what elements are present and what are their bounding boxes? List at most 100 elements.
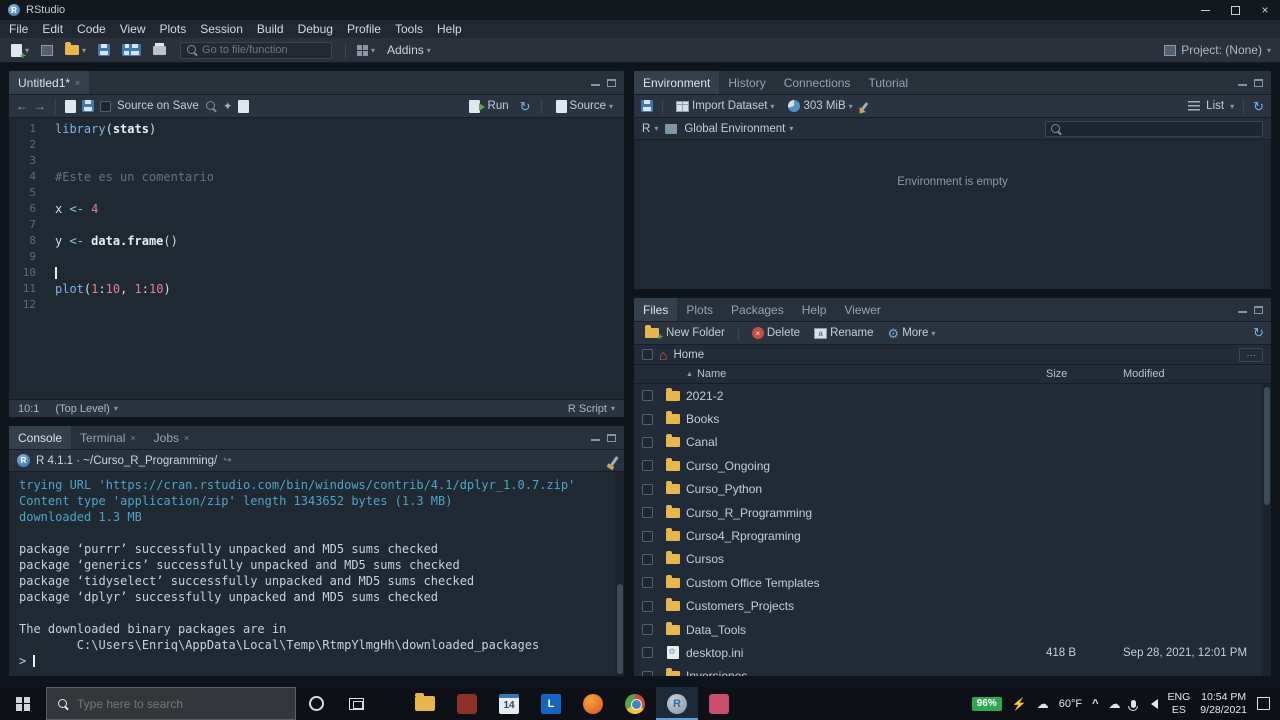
addins-button[interactable]: Addins ▾: [383, 40, 435, 61]
refresh-environment-icon[interactable]: ↻: [1253, 100, 1264, 113]
row-checkbox[interactable]: [642, 483, 653, 495]
file-name[interactable]: Curso_Ongoing: [686, 459, 1046, 473]
file-name[interactable]: Inversiones: [686, 669, 1046, 676]
task-view-button[interactable]: [336, 687, 376, 720]
menu-item-profile[interactable]: Profile: [340, 21, 388, 37]
filetype-selector[interactable]: R Script ▾: [568, 403, 615, 415]
console-scroll-thumb[interactable]: [616, 584, 623, 674]
import-dataset-button[interactable]: Import Dataset ▾: [672, 96, 778, 117]
file-name[interactable]: Curso_R_Programming: [686, 506, 1046, 520]
column-size[interactable]: Size: [1046, 368, 1123, 380]
cortana-button[interactable]: [296, 687, 336, 720]
menu-item-debug[interactable]: Debug: [291, 21, 340, 37]
file-name[interactable]: Customers_Projects: [686, 599, 1046, 613]
tab-plots[interactable]: Plots: [677, 298, 722, 321]
taskbar-app-rstudio[interactable]: R: [656, 687, 698, 720]
refresh-files-icon[interactable]: ↻: [1253, 325, 1264, 340]
pane-maximize-icon[interactable]: [607, 433, 616, 442]
menu-item-edit[interactable]: Edit: [35, 21, 70, 37]
file-name[interactable]: Curso_Python: [686, 482, 1046, 496]
save-workspace-icon[interactable]: [641, 100, 653, 112]
code-editor[interactable]: 1 2 3 4 5 6 7 8 9 10 11 12 library(stats) #Este es u…: [9, 118, 624, 399]
source-button[interactable]: Source ▾: [552, 96, 617, 117]
taskbar-app-calendar[interactable]: 14: [488, 687, 530, 720]
tab-files[interactable]: Files: [634, 298, 678, 321]
taskbar-app-app-maroon[interactable]: [446, 687, 488, 720]
speaker-icon[interactable]: [1146, 698, 1158, 709]
breadcrumb[interactable]: Home: [673, 349, 704, 361]
file-name[interactable]: Cursos: [686, 552, 1046, 566]
tab-jobs[interactable]: Jobs ×: [145, 426, 199, 449]
compile-report-icon[interactable]: [238, 99, 250, 113]
menu-item-plots[interactable]: Plots: [153, 21, 194, 37]
forward-icon[interactable]: →: [34, 99, 46, 113]
taskbar-search-input[interactable]: [77, 696, 285, 711]
maximize-button[interactable]: [1220, 0, 1250, 20]
file-row[interactable]: Curso_R_Programming: [634, 501, 1271, 524]
file-row[interactable]: desktop.ini418 B Sep 28, 2021, 12:01 PM: [634, 641, 1271, 664]
select-all-checkbox[interactable]: [642, 349, 653, 360]
close-icon[interactable]: ×: [184, 433, 189, 443]
column-name[interactable]: ▲ Name: [686, 368, 1046, 380]
onedrive-cloud-icon[interactable]: ☁: [1109, 697, 1121, 711]
microphone-icon[interactable]: [1128, 699, 1139, 711]
find-replace-icon[interactable]: [205, 100, 217, 112]
environment-search-box[interactable]: [1045, 120, 1263, 137]
row-checkbox[interactable]: [642, 507, 653, 519]
clear-objects-icon[interactable]: [860, 101, 869, 111]
row-checkbox[interactable]: [642, 460, 653, 472]
source-on-save-checkbox[interactable]: [100, 100, 111, 112]
row-checkbox[interactable]: [642, 530, 653, 542]
files-scrollbar[interactable]: [1262, 384, 1271, 676]
delete-button[interactable]: × Delete: [748, 323, 804, 344]
battery-indicator[interactable]: 96%: [971, 696, 1002, 711]
close-icon[interactable]: ×: [130, 433, 135, 443]
more-button[interactable]: ⚙ More ▾: [884, 323, 940, 344]
menu-item-session[interactable]: Session: [193, 21, 250, 37]
clock[interactable]: 10:54 PM 9/28/2021: [1200, 691, 1247, 715]
tab-connections[interactable]: Connections: [775, 71, 860, 94]
action-center-icon[interactable]: [1257, 697, 1270, 710]
run-button[interactable]: Run: [465, 96, 513, 117]
save-source-icon[interactable]: [82, 100, 94, 112]
clear-console-icon[interactable]: [610, 455, 619, 466]
row-checkbox[interactable]: [642, 413, 653, 425]
row-checkbox[interactable]: [642, 390, 653, 402]
row-checkbox[interactable]: [642, 624, 653, 636]
file-name[interactable]: 2021-2: [686, 389, 1046, 403]
open-file-button[interactable]: ▾: [61, 40, 90, 61]
taskbar-app-l-app[interactable]: L: [530, 687, 572, 720]
menu-item-tools[interactable]: Tools: [388, 21, 430, 37]
hidden-icons-chevron[interactable]: ^: [1092, 698, 1098, 710]
tab-console[interactable]: Console: [9, 426, 72, 449]
new-project-button[interactable]: [37, 40, 57, 61]
environment-search-input[interactable]: [1066, 122, 1258, 135]
tab-packages[interactable]: Packages: [722, 298, 793, 321]
tab-viewer[interactable]: Viewer: [835, 298, 889, 321]
start-button[interactable]: [0, 687, 46, 720]
goto-file-input[interactable]: [202, 44, 327, 56]
row-checkbox[interactable]: [642, 436, 653, 448]
pane-minimize-icon[interactable]: [1238, 306, 1247, 313]
code-tools-icon[interactable]: ✦: [223, 99, 233, 113]
file-name[interactable]: Data_Tools: [686, 623, 1046, 637]
taskbar-app-firefox[interactable]: [572, 687, 614, 720]
pane-minimize-icon[interactable]: [1238, 79, 1247, 86]
console-scrollbar[interactable]: [615, 472, 624, 676]
rename-button[interactable]: a Rename: [810, 323, 877, 344]
temperature-label[interactable]: 60°F: [1059, 698, 1082, 710]
tab-tutorial[interactable]: Tutorial: [859, 71, 917, 94]
taskbar-app-file-explorer[interactable]: [404, 687, 446, 720]
project-selector[interactable]: Project: (None) ▾: [1164, 43, 1273, 57]
more-path-button[interactable]: ···: [1239, 347, 1263, 362]
files-scroll-thumb[interactable]: [1263, 387, 1270, 505]
file-row[interactable]: Curso4_Rprograming: [634, 524, 1271, 547]
tab-environment[interactable]: Environment: [634, 71, 720, 94]
pane-maximize-icon[interactable]: [1254, 305, 1263, 314]
file-row[interactable]: Customers_Projects: [634, 595, 1271, 618]
tab-history[interactable]: History: [719, 71, 774, 94]
goto-file-box[interactable]: [180, 41, 333, 59]
print-button[interactable]: [149, 40, 170, 61]
language-indicator[interactable]: ENG ES: [1168, 691, 1191, 715]
language-selector[interactable]: R ▾: [642, 123, 658, 135]
